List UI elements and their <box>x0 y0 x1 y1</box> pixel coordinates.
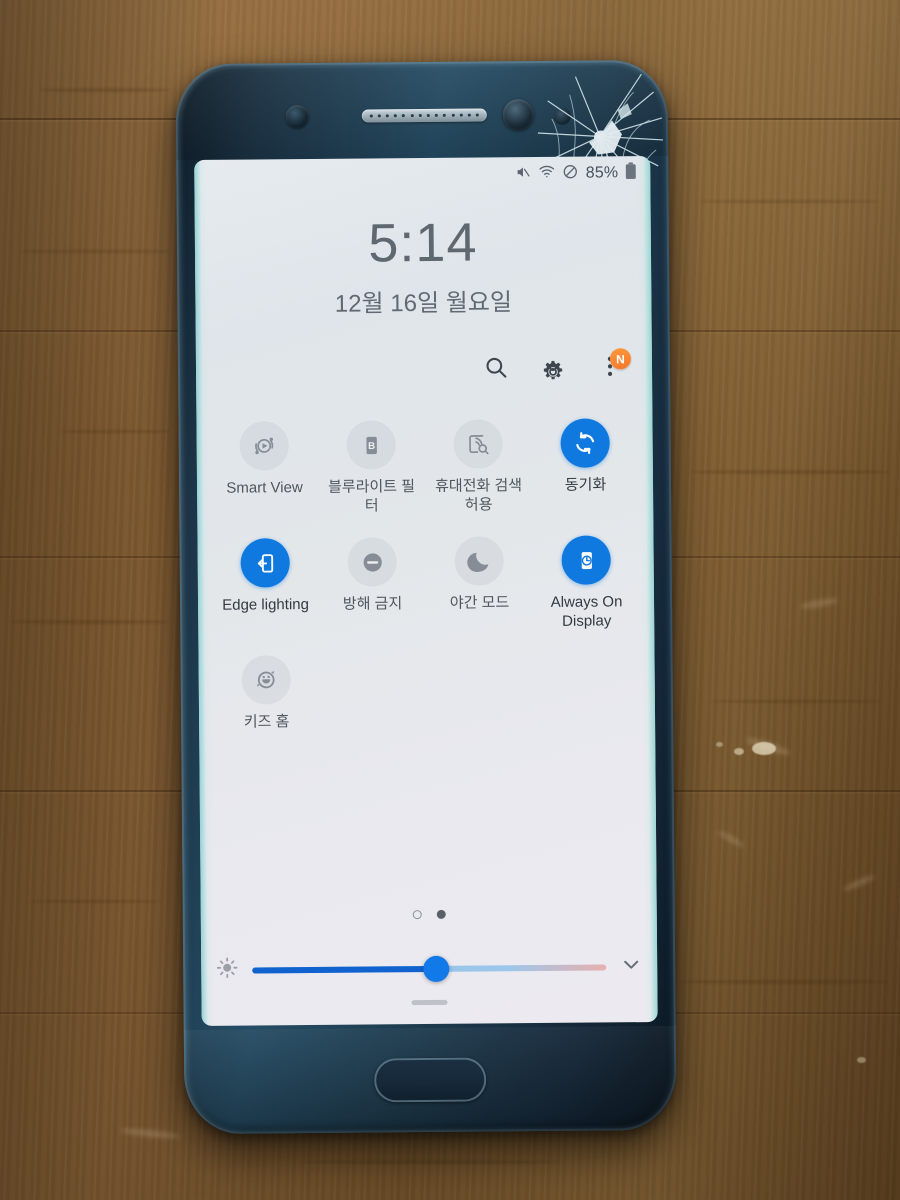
settings-button[interactable] <box>539 355 567 383</box>
kids-home-icon <box>241 655 291 705</box>
quick-toggle-label: Smart View <box>226 479 303 497</box>
always-on-display-icon <box>561 535 611 586</box>
quick-settings-grid: Smart View B 블루라이트 필터 휴대전화 검색 허용 동기화 Edg… <box>210 418 641 733</box>
night-mode-moon-icon <box>454 536 504 586</box>
brightness-row <box>215 952 643 985</box>
search-button[interactable] <box>482 355 510 383</box>
quick-toggle-do-not-disturb[interactable]: 방해 금지 <box>318 537 426 633</box>
quick-toggle-edge-lighting[interactable]: Edge lighting <box>211 538 319 634</box>
battery-icon <box>625 162 636 183</box>
smartphone-device: 85% 5:14 12월 16일 월요일 N Smart View B 블루라이… <box>175 59 677 1135</box>
quick-toggle-always-on-display[interactable]: Always On Display <box>532 535 640 631</box>
phone-screen: 85% 5:14 12월 16일 월요일 N Smart View B 블루라이… <box>194 156 658 1026</box>
wifi-icon <box>539 164 556 183</box>
brightness-slider-fill <box>252 965 437 974</box>
clock-date: 12월 16일 월요일 <box>334 289 513 318</box>
lockscreen-clock: 5:14 12월 16일 월요일 <box>195 212 652 320</box>
brightness-slider[interactable] <box>252 955 607 982</box>
quick-toggle-label: Always On Display <box>550 593 623 630</box>
quick-toggle-phone-search[interactable]: 휴대전화 검색 허용 <box>424 419 532 515</box>
quick-toggle-smart-view[interactable]: Smart View <box>210 421 318 517</box>
quick-toggle-label: 블루라이트 필터 <box>327 478 416 515</box>
quick-toggle-night-mode[interactable]: 야간 모드 <box>425 536 533 632</box>
brightness-slider-knob[interactable] <box>423 955 450 982</box>
front-camera <box>502 99 534 131</box>
quick-toggle-kids-home[interactable]: 키즈 홈 <box>213 655 321 733</box>
page-indicator <box>201 908 657 921</box>
status-bar: 85% <box>516 162 637 184</box>
do-not-disturb-icon <box>563 163 579 183</box>
do-not-disturb-icon <box>347 537 397 587</box>
settings-gear-icon <box>540 353 566 384</box>
quick-toggle-label: 야간 모드 <box>449 594 510 612</box>
smart-view-icon <box>239 421 289 471</box>
more-options-button[interactable]: N <box>596 348 632 382</box>
quick-toggle-blue-light-filter[interactable]: B 블루라이트 필터 <box>317 420 425 516</box>
photo-scene: 85% 5:14 12월 16일 월요일 N Smart View B 블루라이… <box>0 0 900 1200</box>
clock-time: 5:14 <box>368 212 478 274</box>
quick-toggle-label: 동기화 <box>564 476 607 494</box>
quick-toggle-label: 키즈 홈 <box>243 713 290 731</box>
quick-toggle-label: 방해 금지 <box>342 595 403 613</box>
quick-panel-header: N <box>482 348 632 383</box>
iris-scanner <box>285 105 309 129</box>
chevron-down-icon[interactable] <box>619 952 643 981</box>
panel-drag-handle[interactable] <box>411 999 448 1006</box>
proximity-sensor <box>553 107 571 125</box>
phone-search-icon <box>453 419 503 469</box>
quick-toggle-sync[interactable]: 동기화 <box>531 418 639 514</box>
search-icon <box>483 354 509 385</box>
quick-toggle-label: Edge lighting <box>222 596 309 614</box>
battery-percentage-label: 85% <box>585 163 619 182</box>
mute-icon <box>516 164 532 184</box>
home-button[interactable] <box>374 1057 487 1103</box>
edge-lighting-icon <box>240 538 290 588</box>
blue-light-filter-icon: B <box>346 420 396 470</box>
svg-text:B: B <box>368 440 375 451</box>
sync-icon <box>560 418 610 468</box>
quick-toggle-label: 휴대전화 검색 허용 <box>434 477 523 514</box>
page-dot-1[interactable] <box>412 910 422 920</box>
notification-badge: N <box>609 348 632 370</box>
brightness-sun-icon <box>215 956 239 985</box>
earpiece-speaker <box>361 108 487 123</box>
page-dot-2[interactable] <box>436 909 446 919</box>
